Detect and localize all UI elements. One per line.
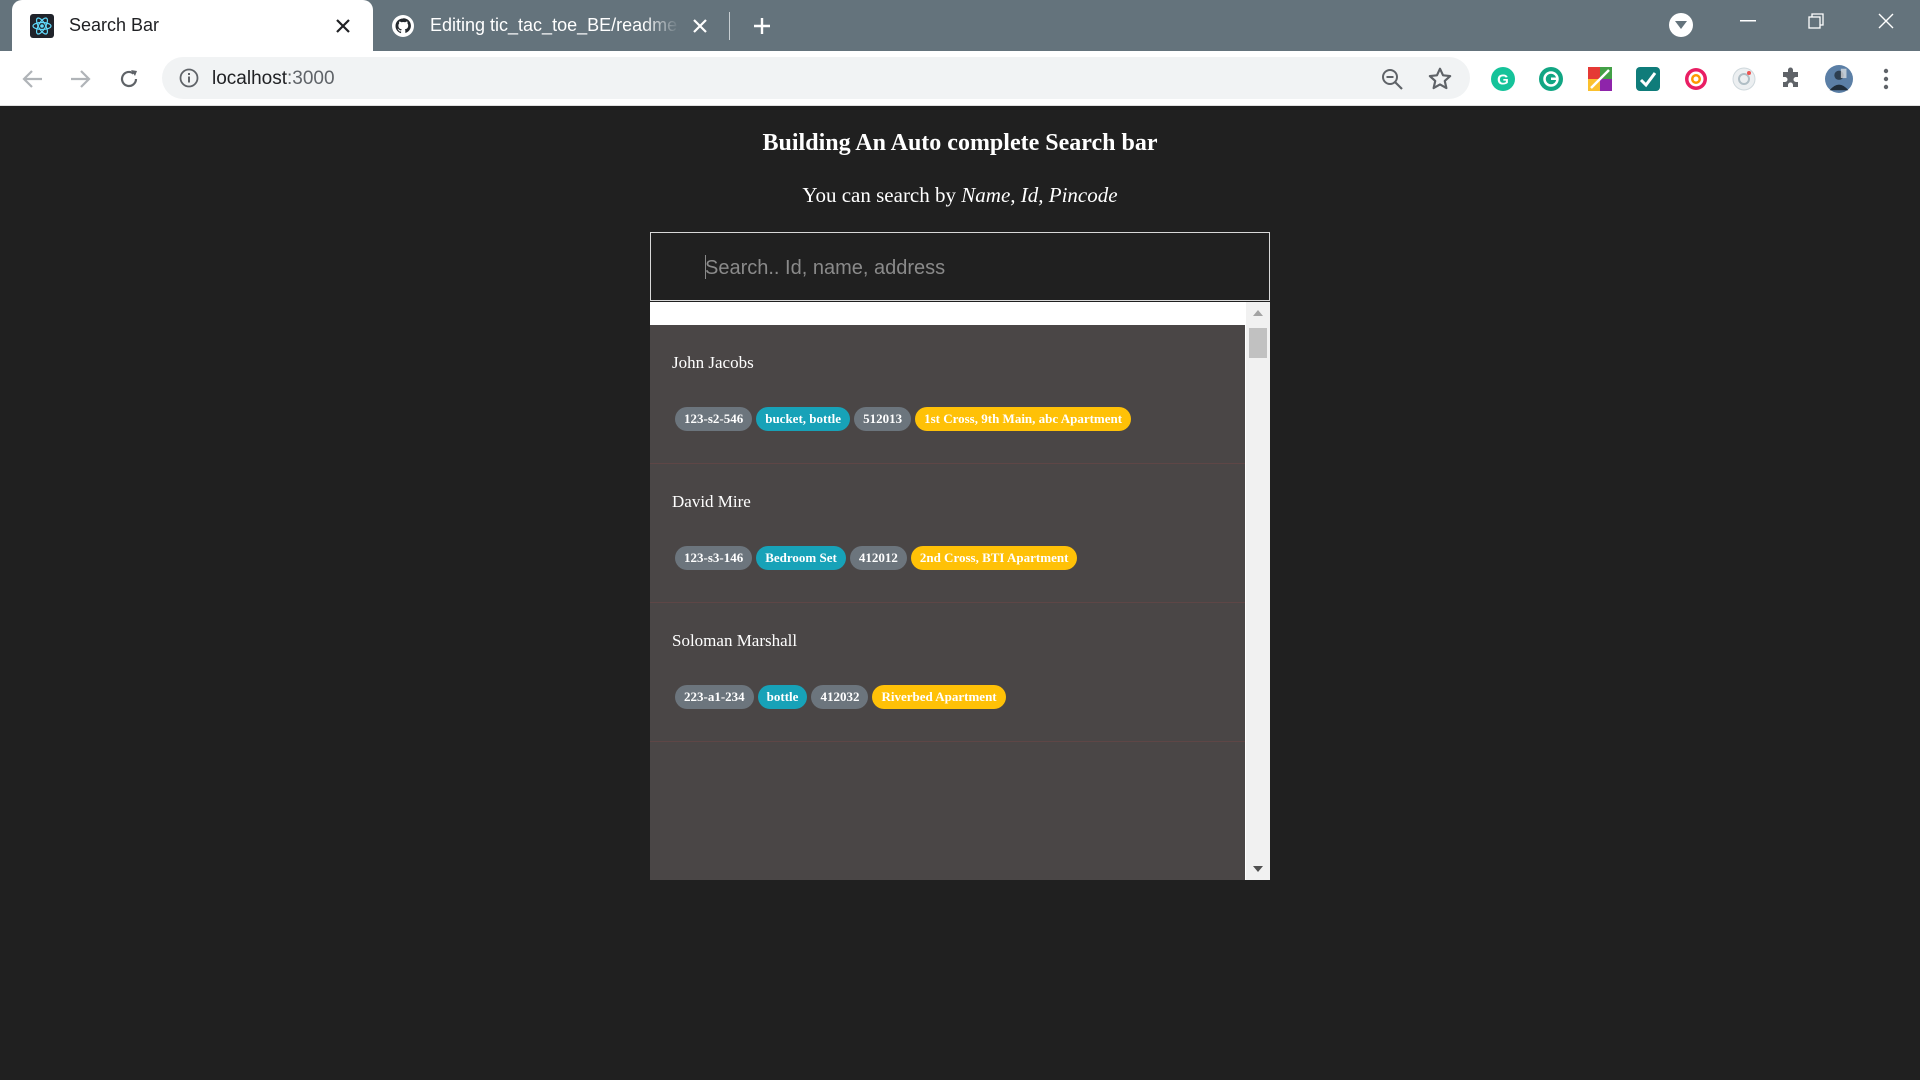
arrow-left-icon [22,70,42,88]
address-badge: 1st Cross, 9th Main, abc Apartment [915,407,1132,431]
results-dropdown: John Jacobs 123-s2-546 bucket, bottle 51… [650,302,1270,880]
task-check-extension-icon[interactable] [1634,65,1662,93]
result-item[interactable]: David Mire 123-s3-146 Bedroom Set 412012… [650,464,1245,603]
address-badge: 2nd Cross, BTI Apartment [910,546,1078,570]
minimize-button[interactable] [1714,0,1782,42]
text-cursor [705,255,706,279]
scrollbar-thumb[interactable] [1249,328,1267,358]
tab-search-bar[interactable]: Search Bar [12,0,373,51]
results-scrollbar[interactable] [1246,302,1270,880]
arrow-right-icon [71,70,91,88]
pincode-badge: 412012 [849,546,907,570]
target-extension-icon[interactable] [1682,65,1710,93]
extensions-puzzle-icon[interactable] [1777,65,1805,93]
react-icon [30,13,54,38]
search-input[interactable] [703,251,1247,285]
search-container [650,232,1270,301]
color-palette-extension-icon[interactable] [1586,65,1614,93]
results-list: John Jacobs 123-s2-546 bucket, bottle 51… [650,325,1245,880]
capture-extension-icon[interactable] [1730,65,1758,93]
close-icon[interactable] [688,14,712,38]
bookmark-star-icon[interactable] [1427,66,1453,92]
tab-github-readme[interactable]: Editing tic_tac_toe_BE/readme.md [373,0,730,51]
grammarly-extension-icon[interactable]: G [1489,65,1517,93]
chevron-down-icon [1675,21,1687,29]
more-menu-icon[interactable] [1872,65,1900,93]
forward-button[interactable] [65,64,95,94]
result-name: John Jacobs [672,353,754,372]
address-badge: Riverbed Apartment [872,685,1006,709]
page-subtitle: You can search by Name, Id, Pincode [802,183,1118,207]
pincode-badge: 412032 [811,685,869,709]
browser-tab-strip: Search Bar Editing tic_tac_toe_BE/readme… [0,0,1920,51]
restore-button[interactable] [1782,0,1850,42]
result-name: Soloman Marshall [672,631,798,650]
close-icon [1878,13,1894,29]
url-text: localhost:3000 [212,68,335,89]
tab-search-dropdown-button[interactable] [1669,13,1693,37]
scroll-down-arrow-icon[interactable] [1253,866,1263,872]
reload-icon [120,70,138,88]
items-badge: Bedroom Set [756,546,846,570]
minimize-icon [1740,20,1756,22]
zoom-out-icon[interactable] [1380,67,1404,91]
github-icon [391,14,415,38]
result-name: David Mire [672,492,751,511]
result-item[interactable]: John Jacobs 123-s2-546 bucket, bottle 51… [650,325,1245,464]
close-icon[interactable] [331,14,355,38]
items-badge: bucket, bottle [756,407,851,431]
back-button[interactable] [18,64,48,94]
restore-icon [1808,13,1824,29]
grammarly-go-extension-icon[interactable] [1537,65,1565,93]
reload-button[interactable] [114,64,144,94]
id-badge: 123-s2-546 [675,407,753,431]
avatar[interactable] [1825,65,1853,93]
id-badge: 223-a1-234 [675,685,754,709]
close-window-button[interactable] [1852,0,1920,42]
tab-title: Search Bar [69,15,160,35]
plus-icon [754,18,770,34]
search-fields: Name, Id, Pincode [961,183,1118,207]
scroll-up-arrow-icon[interactable] [1253,310,1263,316]
result-item[interactable]: Soloman Marshall 223-a1-234 bottle 41203… [650,603,1245,742]
page-title: Building An Auto complete Search bar [762,130,1158,156]
items-badge: bottle [757,685,808,709]
new-tab-button[interactable] [748,12,776,40]
address-bar[interactable]: localhost:3000 [162,57,1470,99]
pincode-badge: 512013 [854,407,912,431]
tab-title: Editing tic_tac_toe_BE/readme.md [430,15,680,35]
id-badge: 123-s3-146 [675,546,753,570]
tab-divider [729,12,730,40]
page-content: Building An Auto complete Search bar You… [0,106,1920,1080]
browser-toolbar: localhost:3000 G [0,51,1920,106]
info-icon[interactable] [178,67,200,89]
svg-text:G: G [1497,72,1509,89]
